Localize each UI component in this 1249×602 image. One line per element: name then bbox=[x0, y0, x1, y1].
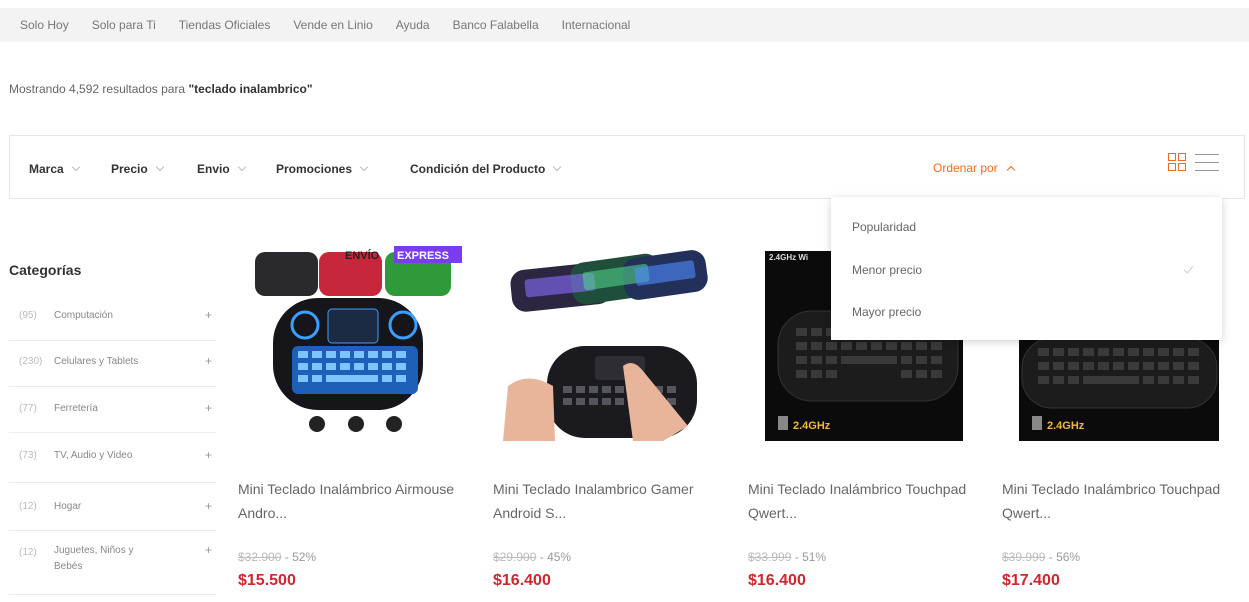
results-query: "teclado inalambrico" bbox=[188, 82, 313, 96]
product-price: $17.400 bbox=[1002, 572, 1060, 589]
filter-marca-label: Marca bbox=[29, 162, 64, 176]
results-summary: Mostrando 4,592 resultados para "teclado… bbox=[9, 82, 313, 96]
category-item[interactable]: (12) Juguetes, Niños y Bebés + bbox=[9, 531, 216, 595]
plus-icon[interactable]: + bbox=[205, 543, 212, 557]
filter-marca[interactable]: Marca bbox=[29, 162, 80, 176]
price-original-row: $39.999 - 56% bbox=[1002, 550, 1080, 564]
plus-icon[interactable]: + bbox=[205, 308, 212, 322]
top-nav: Solo Hoy Solo para Ti Tiendas Oficiales … bbox=[0, 8, 1249, 42]
category-item[interactable]: (73) TV, Audio y Video + bbox=[9, 433, 216, 483]
discount-percent: - 45% bbox=[539, 550, 572, 564]
product-price: $16.400 bbox=[493, 572, 551, 589]
chevron-down-icon bbox=[237, 162, 246, 172]
product-price: $16.400 bbox=[748, 572, 806, 589]
discount-percent: - 51% bbox=[794, 550, 827, 564]
sort-label: Ordenar por bbox=[933, 161, 998, 175]
price-original-row: $32.900 - 52% bbox=[238, 550, 316, 564]
category-count: (12) bbox=[19, 501, 37, 512]
price-original-row: $29.900 - 45% bbox=[493, 550, 571, 564]
nav-ayuda[interactable]: Ayuda bbox=[396, 18, 430, 32]
nav-tiendas-oficiales[interactable]: Tiendas Oficiales bbox=[179, 18, 271, 32]
category-name: TV, Audio y Video bbox=[54, 450, 133, 461]
category-count: (95) bbox=[19, 310, 37, 321]
category-count: (12) bbox=[19, 547, 37, 558]
frequency-label: 2.4GHz bbox=[1047, 420, 1085, 432]
product-title[interactable]: Mini Teclado Inalámbrico Airmouse Andro.… bbox=[238, 477, 458, 525]
category-item[interactable]: (12) Hogar + bbox=[9, 483, 216, 531]
filter-precio[interactable]: Precio bbox=[111, 162, 164, 176]
sort-option-popularidad[interactable]: Popularidad bbox=[852, 220, 916, 234]
category-name: Celulares y Tablets bbox=[54, 356, 139, 367]
price-original: $32.900 bbox=[238, 550, 282, 564]
filter-promociones-label: Promociones bbox=[276, 162, 353, 176]
price-original: $39.999 bbox=[1002, 550, 1046, 564]
chevron-down-icon bbox=[155, 162, 164, 172]
nav-internacional[interactable]: Internacional bbox=[562, 18, 631, 32]
filter-condicion-label: Condición del Producto bbox=[410, 162, 546, 176]
plus-icon[interactable]: + bbox=[205, 354, 212, 368]
list-view-icon[interactable] bbox=[1195, 154, 1219, 171]
sort-option-menor-precio[interactable]: Menor precio bbox=[852, 263, 922, 277]
plus-icon[interactable]: + bbox=[205, 448, 212, 462]
category-count: (230) bbox=[19, 356, 43, 367]
sort-option-mayor-precio[interactable]: Mayor precio bbox=[852, 305, 921, 319]
category-count: (77) bbox=[19, 403, 37, 414]
category-name: Hogar bbox=[54, 501, 82, 512]
category-name: Juguetes, Niños y Bebés bbox=[54, 545, 134, 572]
checkmark-icon bbox=[1183, 263, 1194, 274]
sort-button[interactable]: Ordenar por bbox=[933, 161, 1015, 175]
product-title[interactable]: Mini Teclado Inalámbrico Touchpad Qwert.… bbox=[1002, 477, 1222, 525]
price-original-row: $33.999 - 51% bbox=[748, 550, 826, 564]
discount-percent: - 56% bbox=[1048, 550, 1081, 564]
nav-solo-para-ti[interactable]: Solo para Ti bbox=[92, 18, 156, 32]
product-card[interactable]: Mini Teclado Inalambrico Gamer Android S… bbox=[483, 236, 724, 602]
frequency-label: 2.4GHz bbox=[793, 420, 831, 432]
filter-bar: Marca Precio Envio Promociones Condición… bbox=[9, 135, 1245, 199]
category-count: (73) bbox=[19, 450, 37, 461]
product-title[interactable]: Mini Teclado Inalambrico Gamer Android S… bbox=[493, 477, 713, 525]
price-original: $29.900 bbox=[493, 550, 537, 564]
filter-promociones[interactable]: Promociones bbox=[276, 162, 369, 176]
sort-dropdown: Popularidad Menor precio Mayor precio bbox=[831, 197, 1222, 340]
chevron-down-icon bbox=[359, 162, 369, 172]
nav-solo-hoy[interactable]: Solo Hoy bbox=[20, 18, 69, 32]
product-card[interactable]: ENVÍO EXPRESS Mini Teclado Inalámbrico A… bbox=[228, 236, 469, 602]
results-count-text: Mostrando 4,592 resultados para bbox=[9, 82, 186, 96]
nav-vende-en-linio[interactable]: Vende en Linio bbox=[293, 18, 372, 32]
chevron-down-icon bbox=[553, 162, 562, 172]
product-image[interactable] bbox=[483, 236, 724, 449]
nav-banco-falabella[interactable]: Banco Falabella bbox=[453, 18, 539, 32]
category-item[interactable]: (77) Ferretería + bbox=[9, 387, 216, 433]
grid-view-icon[interactable] bbox=[1168, 153, 1186, 171]
category-item[interactable]: (95) Computación + bbox=[9, 296, 216, 341]
plus-icon[interactable]: + bbox=[205, 499, 212, 513]
filter-envio-label: Envio bbox=[197, 162, 230, 176]
category-item[interactable]: (230) Celulares y Tablets + bbox=[9, 341, 216, 387]
chevron-up-icon bbox=[1006, 165, 1015, 175]
filter-condicion[interactable]: Condición del Producto bbox=[410, 162, 562, 176]
plus-icon[interactable]: + bbox=[205, 401, 212, 415]
category-name: Ferretería bbox=[54, 403, 98, 414]
image-corner-label: 2.4GHz Wi bbox=[769, 253, 808, 262]
filter-precio-label: Precio bbox=[111, 162, 148, 176]
badge-envio: ENVÍO bbox=[345, 249, 380, 262]
product-title[interactable]: Mini Teclado Inalámbrico Touchpad Qwert.… bbox=[748, 477, 968, 525]
price-original: $33.999 bbox=[748, 550, 792, 564]
product-image[interactable]: ENVÍO EXPRESS bbox=[228, 236, 469, 449]
filter-envio[interactable]: Envio bbox=[197, 162, 246, 176]
categories-title: Categorías bbox=[9, 262, 82, 278]
product-price: $15.500 bbox=[238, 572, 296, 589]
discount-percent: - 52% bbox=[284, 550, 317, 564]
category-name: Computación bbox=[54, 310, 113, 321]
badge-express: EXPRESS bbox=[397, 250, 449, 262]
chevron-down-icon bbox=[71, 162, 80, 172]
